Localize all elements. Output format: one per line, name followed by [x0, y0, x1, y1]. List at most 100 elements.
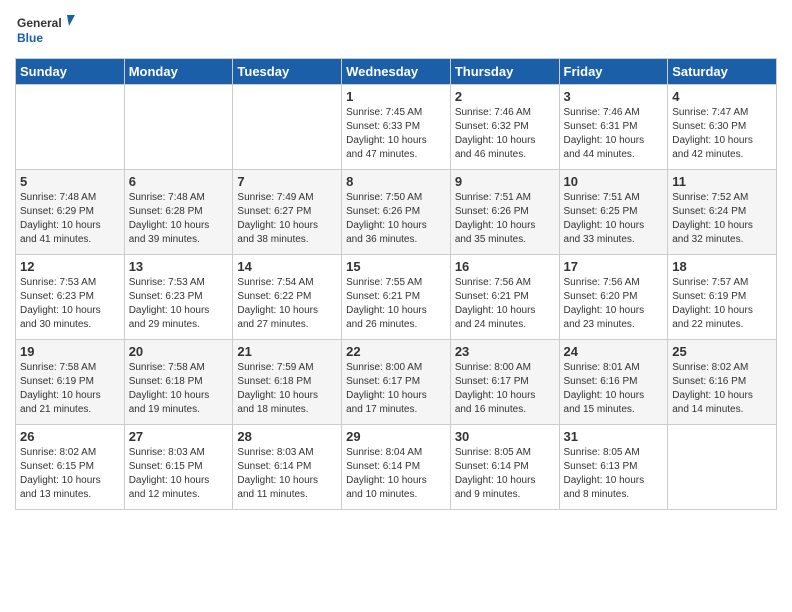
- day-number: 17: [564, 259, 664, 274]
- day-number: 15: [346, 259, 446, 274]
- calendar-cell: [124, 85, 233, 170]
- day-info: Sunrise: 7:51 AM Sunset: 6:26 PM Dayligh…: [455, 191, 555, 247]
- calendar-cell: 15 Sunrise: 7:55 AM Sunset: 6:21 PM Dayli…: [342, 255, 451, 340]
- day-info: Sunrise: 7:49 AM Sunset: 6:27 PM Dayligh…: [237, 191, 337, 247]
- day-number: 12: [20, 259, 120, 274]
- day-number: 20: [129, 344, 229, 359]
- day-number: 22: [346, 344, 446, 359]
- calendar-cell: 17 Sunrise: 7:56 AM Sunset: 6:20 PM Dayli…: [559, 255, 668, 340]
- day-number: 10: [564, 174, 664, 189]
- day-number: 7: [237, 174, 337, 189]
- calendar-cell: 7 Sunrise: 7:49 AM Sunset: 6:27 PM Daylig…: [233, 170, 342, 255]
- page-header: General Blue: [15, 10, 777, 50]
- day-number: 29: [346, 429, 446, 444]
- calendar-cell: 21Sunrise: 7:59 AM Sunset: 6:18 PM Dayli…: [233, 340, 342, 425]
- calendar-cell: 19 Sunrise: 7:58 AM Sunset: 6:19 PM Dayli…: [16, 340, 125, 425]
- calendar-week-0: 1 Sunrise: 7:45 AM Sunset: 6:33 PM Daylig…: [16, 85, 777, 170]
- day-number: 8: [346, 174, 446, 189]
- day-number: 23: [455, 344, 555, 359]
- day-number: 9: [455, 174, 555, 189]
- day-number: 1: [346, 89, 446, 104]
- calendar-cell: 8 Sunrise: 7:50 AM Sunset: 6:26 PM Daylig…: [342, 170, 451, 255]
- header-tuesday: Tuesday: [233, 59, 342, 85]
- calendar-table: SundayMondayTuesdayWednesdayThursdayFrid…: [15, 58, 777, 510]
- day-info: Sunrise: 7:45 AM Sunset: 6:33 PM Dayligh…: [346, 106, 446, 162]
- calendar-cell: 5Sunrise: 7:48 AM Sunset: 6:29 PM Daylig…: [16, 170, 125, 255]
- day-info: Sunrise: 8:00 AM Sunset: 6:17 PM Dayligh…: [455, 361, 555, 417]
- day-number: 21: [237, 344, 337, 359]
- calendar-cell: 9 Sunrise: 7:51 AM Sunset: 6:26 PM Daylig…: [450, 170, 559, 255]
- calendar-cell: 11Sunrise: 7:52 AM Sunset: 6:24 PM Dayli…: [668, 170, 777, 255]
- calendar-cell: 1 Sunrise: 7:45 AM Sunset: 6:33 PM Daylig…: [342, 85, 451, 170]
- day-info: Sunrise: 7:52 AM Sunset: 6:24 PM Dayligh…: [672, 191, 772, 247]
- day-info: Sunrise: 7:58 AM Sunset: 6:18 PM Dayligh…: [129, 361, 229, 417]
- calendar-cell: 26 Sunrise: 8:02 AM Sunset: 6:15 PM Dayli…: [16, 425, 125, 510]
- day-info: Sunrise: 7:53 AM Sunset: 6:23 PM Dayligh…: [20, 276, 120, 332]
- day-number: 3: [564, 89, 664, 104]
- calendar-week-1: 5Sunrise: 7:48 AM Sunset: 6:29 PM Daylig…: [16, 170, 777, 255]
- day-number: 6: [129, 174, 229, 189]
- day-info: Sunrise: 8:01 AM Sunset: 6:16 PM Dayligh…: [564, 361, 664, 417]
- calendar-week-3: 19 Sunrise: 7:58 AM Sunset: 6:19 PM Dayli…: [16, 340, 777, 425]
- calendar-header-row: SundayMondayTuesdayWednesdayThursdayFrid…: [16, 59, 777, 85]
- calendar-cell: 3 Sunrise: 7:46 AM Sunset: 6:31 PM Daylig…: [559, 85, 668, 170]
- calendar-cell: [233, 85, 342, 170]
- calendar-cell: 31 Sunrise: 8:05 AM Sunset: 6:13 PM Dayli…: [559, 425, 668, 510]
- day-info: Sunrise: 7:55 AM Sunset: 6:21 PM Dayligh…: [346, 276, 446, 332]
- day-info: Sunrise: 7:57 AM Sunset: 6:19 PM Dayligh…: [672, 276, 772, 332]
- calendar-week-2: 12 Sunrise: 7:53 AM Sunset: 6:23 PM Dayli…: [16, 255, 777, 340]
- calendar-cell: 20 Sunrise: 7:58 AM Sunset: 6:18 PM Dayli…: [124, 340, 233, 425]
- day-info: Sunrise: 8:05 AM Sunset: 6:13 PM Dayligh…: [564, 446, 664, 502]
- header-sunday: Sunday: [16, 59, 125, 85]
- day-info: Sunrise: 7:46 AM Sunset: 6:31 PM Dayligh…: [564, 106, 664, 162]
- day-number: 27: [129, 429, 229, 444]
- calendar-cell: 4Sunrise: 7:47 AM Sunset: 6:30 PM Daylig…: [668, 85, 777, 170]
- day-number: 14: [237, 259, 337, 274]
- day-number: 16: [455, 259, 555, 274]
- day-info: Sunrise: 8:04 AM Sunset: 6:14 PM Dayligh…: [346, 446, 446, 502]
- calendar-cell: [668, 425, 777, 510]
- day-info: Sunrise: 7:46 AM Sunset: 6:32 PM Dayligh…: [455, 106, 555, 162]
- calendar-cell: 18 Sunrise: 7:57 AM Sunset: 6:19 PM Dayli…: [668, 255, 777, 340]
- day-info: Sunrise: 8:05 AM Sunset: 6:14 PM Dayligh…: [455, 446, 555, 502]
- calendar-cell: 28Sunrise: 8:03 AM Sunset: 6:14 PM Dayli…: [233, 425, 342, 510]
- calendar-cell: 2Sunrise: 7:46 AM Sunset: 6:32 PM Daylig…: [450, 85, 559, 170]
- calendar-cell: 23 Sunrise: 8:00 AM Sunset: 6:17 PM Dayli…: [450, 340, 559, 425]
- svg-text:Blue: Blue: [17, 31, 43, 45]
- header-thursday: Thursday: [450, 59, 559, 85]
- day-info: Sunrise: 7:56 AM Sunset: 6:20 PM Dayligh…: [564, 276, 664, 332]
- header-saturday: Saturday: [668, 59, 777, 85]
- day-info: Sunrise: 8:03 AM Sunset: 6:15 PM Dayligh…: [129, 446, 229, 502]
- calendar-cell: 6 Sunrise: 7:48 AM Sunset: 6:28 PM Daylig…: [124, 170, 233, 255]
- day-info: Sunrise: 7:58 AM Sunset: 6:19 PM Dayligh…: [20, 361, 120, 417]
- calendar-cell: 27 Sunrise: 8:03 AM Sunset: 6:15 PM Dayli…: [124, 425, 233, 510]
- calendar-week-4: 26 Sunrise: 8:02 AM Sunset: 6:15 PM Dayli…: [16, 425, 777, 510]
- logo-svg: General Blue: [15, 10, 75, 50]
- calendar-cell: 13Sunrise: 7:53 AM Sunset: 6:23 PM Dayli…: [124, 255, 233, 340]
- day-info: Sunrise: 8:02 AM Sunset: 6:15 PM Dayligh…: [20, 446, 120, 502]
- calendar-cell: [16, 85, 125, 170]
- calendar-cell: 29 Sunrise: 8:04 AM Sunset: 6:14 PM Dayli…: [342, 425, 451, 510]
- calendar-cell: 10Sunrise: 7:51 AM Sunset: 6:25 PM Dayli…: [559, 170, 668, 255]
- logo: General Blue: [15, 10, 75, 50]
- day-number: 31: [564, 429, 664, 444]
- header-friday: Friday: [559, 59, 668, 85]
- calendar-cell: 16 Sunrise: 7:56 AM Sunset: 6:21 PM Dayli…: [450, 255, 559, 340]
- day-number: 28: [237, 429, 337, 444]
- day-number: 26: [20, 429, 120, 444]
- calendar-cell: 25Sunrise: 8:02 AM Sunset: 6:16 PM Dayli…: [668, 340, 777, 425]
- calendar-cell: 24 Sunrise: 8:01 AM Sunset: 6:16 PM Dayli…: [559, 340, 668, 425]
- svg-text:General: General: [17, 16, 62, 30]
- day-number: 4: [672, 89, 772, 104]
- day-info: Sunrise: 7:50 AM Sunset: 6:26 PM Dayligh…: [346, 191, 446, 247]
- day-number: 30: [455, 429, 555, 444]
- calendar-cell: 22 Sunrise: 8:00 AM Sunset: 6:17 PM Dayli…: [342, 340, 451, 425]
- day-number: 13: [129, 259, 229, 274]
- day-number: 19: [20, 344, 120, 359]
- day-info: Sunrise: 8:00 AM Sunset: 6:17 PM Dayligh…: [346, 361, 446, 417]
- day-number: 18: [672, 259, 772, 274]
- day-info: Sunrise: 7:56 AM Sunset: 6:21 PM Dayligh…: [455, 276, 555, 332]
- day-info: Sunrise: 7:48 AM Sunset: 6:28 PM Dayligh…: [129, 191, 229, 247]
- day-number: 24: [564, 344, 664, 359]
- day-info: Sunrise: 7:54 AM Sunset: 6:22 PM Dayligh…: [237, 276, 337, 332]
